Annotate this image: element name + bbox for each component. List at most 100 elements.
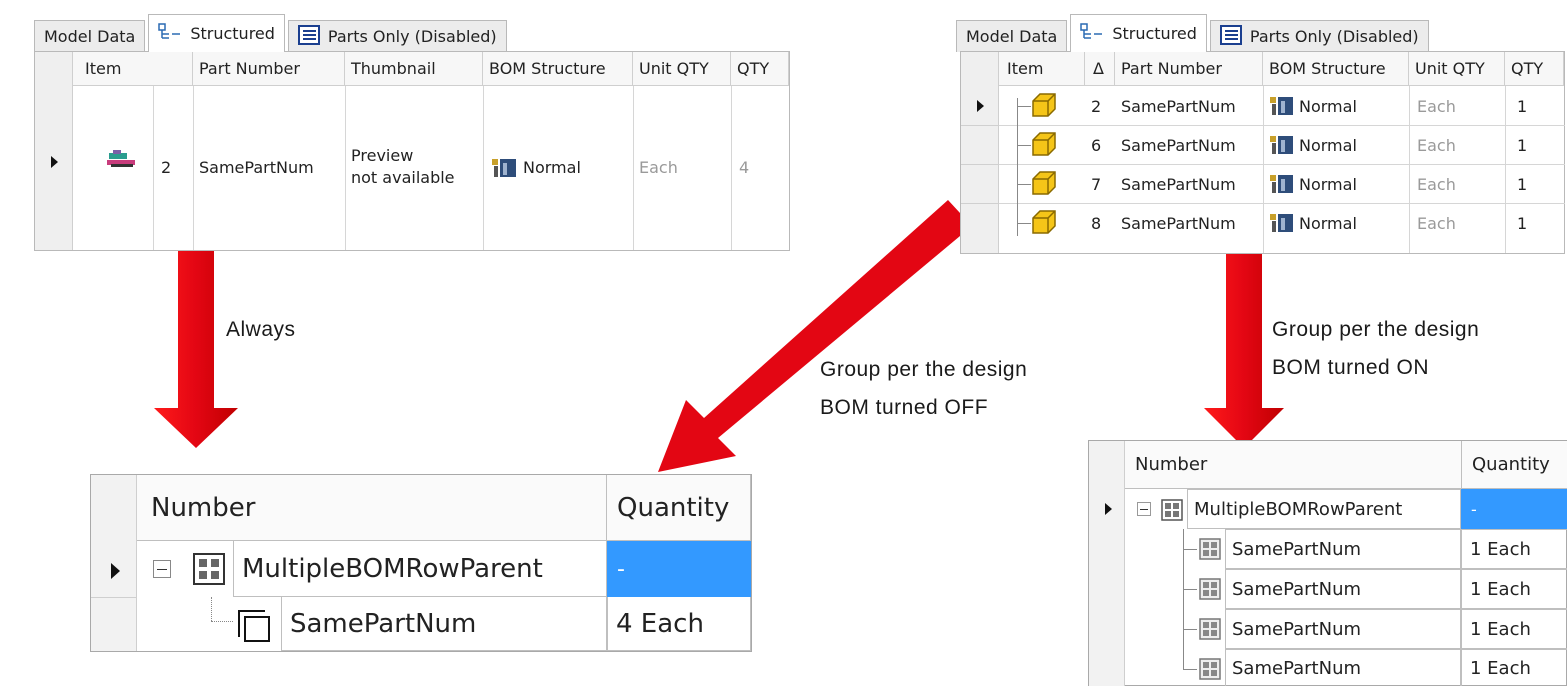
left-bom-editor: Model Data Structured Parts Only (Disabl…	[34, 14, 794, 254]
child-name: SamePartNum	[1225, 529, 1461, 569]
parts-list-icon	[1219, 24, 1242, 49]
row-pointer-icon	[977, 100, 984, 112]
child-quantity[interactable]: 1 Each	[1461, 609, 1567, 649]
table-row[interactable]: SamePartNum 1 Each	[1089, 529, 1567, 569]
caption-off-line1: Group per the design	[820, 358, 1028, 381]
assembly-grid-icon	[1161, 499, 1183, 525]
bom-structure-value: Normal	[1299, 96, 1357, 116]
child-quantity[interactable]: 4 Each	[607, 597, 751, 651]
qty-value: 1	[1517, 96, 1528, 116]
bom-structure-value: Normal	[523, 157, 581, 177]
table-row[interactable]: 8 SamePartNum Normal Each 1	[999, 203, 1565, 242]
arrow-always	[154, 250, 238, 448]
bom-structure-icon	[1269, 172, 1295, 194]
table-row[interactable]: MultipleBOMRowParent -	[91, 541, 751, 597]
tab-model-data[interactable]: Model Data	[956, 20, 1068, 52]
left-tab-strip: Model Data Structured Parts Only (Disabl…	[34, 14, 510, 52]
col-header-item[interactable]: Item	[73, 52, 193, 86]
part-grid-icon	[1199, 538, 1221, 564]
parent-quantity[interactable]: -	[607, 541, 751, 597]
parts-list-icon	[297, 24, 320, 49]
col-header-thumbnail[interactable]: Thumbnail	[345, 52, 483, 86]
tab-parts-only[interactable]: Parts Only (Disabled)	[287, 20, 507, 52]
parent-name: MultipleBOMRowParent	[1187, 489, 1461, 529]
tab-model-data[interactable]: Model Data	[34, 20, 146, 52]
col-header-unit-qty[interactable]: Unit QTY	[1409, 52, 1505, 86]
item-number: 2	[1091, 96, 1102, 116]
table-row[interactable]: SamePartNum 1 Each	[1089, 649, 1567, 686]
parent-quantity[interactable]: -	[1461, 489, 1567, 529]
part-grid-icon	[1199, 618, 1221, 644]
child-name: SamePartNum	[1225, 609, 1461, 649]
collapse-icon[interactable]	[1137, 502, 1151, 516]
child-quantity[interactable]: 1 Each	[1461, 569, 1567, 609]
col-header-qty[interactable]: QTY	[731, 52, 789, 86]
caption-always: Always	[226, 318, 296, 341]
table-row[interactable]: 2 SamePartNum Preview not available Norm…	[35, 86, 789, 250]
assembly-grid-icon	[193, 553, 225, 589]
col-header-bom-structure[interactable]: BOM Structure	[1263, 52, 1409, 86]
col-header-part-number[interactable]: Part Number	[193, 52, 345, 86]
part-cube-icon	[1031, 170, 1057, 196]
part-number: SamePartNum	[1121, 96, 1236, 116]
col-header-sort[interactable]: Δ	[1085, 52, 1115, 86]
collapse-icon[interactable]	[153, 560, 171, 578]
right-tab-strip: Model Data Structured Parts Only (Disabl…	[956, 14, 1432, 52]
table-row[interactable]: SamePartNum 1 Each	[1089, 569, 1567, 609]
structured-icon	[1080, 22, 1104, 45]
bom-grid-design-on: Number Quantity MultipleBOMRowParent - S…	[1088, 440, 1567, 686]
row-pointer-icon	[51, 156, 58, 168]
table-row[interactable]: SamePartNum 1 Each	[1089, 609, 1567, 649]
col-header-unit-qty[interactable]: Unit QTY	[633, 52, 731, 86]
qty-value: 1	[1517, 213, 1528, 233]
thumbnail-line2: not available	[351, 167, 455, 187]
left-structured-grid: Item Part Number Thumbnail BOM Structure…	[34, 51, 790, 251]
bom-structure-value: Normal	[1299, 213, 1357, 233]
tab-parts-only[interactable]: Parts Only (Disabled)	[1209, 20, 1429, 52]
bom-grid-design-off: Number Quantity MultipleBOMRowParent - S…	[90, 474, 752, 652]
part-grid-icon	[1199, 578, 1221, 604]
col-header-number[interactable]: Number	[137, 475, 607, 541]
child-quantity[interactable]: 1 Each	[1461, 529, 1567, 569]
assembly-icon	[107, 150, 137, 168]
part-outline-icon	[237, 609, 271, 647]
col-header-quantity[interactable]: Quantity	[607, 475, 751, 541]
qty-value: 1	[1517, 174, 1528, 194]
item-number: 7	[1091, 174, 1102, 194]
child-quantity[interactable]: 1 Each	[1461, 649, 1567, 686]
tab-structured[interactable]: Structured	[1070, 14, 1207, 52]
child-name: SamePartNum	[281, 597, 607, 651]
right-structured-grid: Item Δ Part Number BOM Structure Unit QT…	[960, 51, 1565, 254]
table-row[interactable]: 7 SamePartNum Normal Each 1	[999, 164, 1565, 203]
col-header-part-number[interactable]: Part Number	[1115, 52, 1263, 86]
tab-structured[interactable]: Structured	[148, 14, 285, 52]
qty-value: 4	[739, 157, 750, 177]
col-header-bom-structure[interactable]: BOM Structure	[483, 52, 633, 86]
part-number: SamePartNum	[1121, 174, 1236, 194]
caption-on-line2: BOM turned ON	[1272, 356, 1430, 379]
row-pointer-icon	[1105, 503, 1112, 515]
item-number: 8	[1091, 213, 1102, 233]
unit-qty-value: Each	[1417, 135, 1456, 155]
bom-structure-icon	[1269, 133, 1295, 155]
col-header-qty[interactable]: QTY	[1505, 52, 1564, 86]
unit-qty-value: Each	[1417, 174, 1456, 194]
bom-structure-icon	[491, 156, 519, 178]
structured-icon	[158, 22, 182, 45]
col-header-item[interactable]: Item	[999, 52, 1085, 86]
bom-structure-value: Normal	[1299, 135, 1357, 155]
part-cube-icon	[1031, 92, 1057, 118]
table-row[interactable]: 2 SamePartNum Normal Each 1	[999, 86, 1565, 125]
unit-qty-value: Each	[1417, 213, 1456, 233]
table-row[interactable]: 6 SamePartNum Normal Each 1	[999, 125, 1565, 164]
right-bom-editor: Model Data Structured Parts Only (Disabl…	[956, 14, 1567, 256]
row-selector-column	[961, 52, 999, 253]
part-number: SamePartNum	[199, 157, 314, 177]
item-number: 2	[161, 157, 172, 177]
col-header-quantity[interactable]: Quantity	[1461, 441, 1567, 489]
caption-on-line1: Group per the design	[1272, 318, 1480, 341]
unit-qty-value: Each	[639, 157, 678, 177]
table-row[interactable]: SamePartNum 4 Each	[91, 597, 751, 651]
table-row[interactable]: MultipleBOMRowParent -	[1089, 489, 1567, 529]
part-grid-icon	[1199, 658, 1221, 684]
